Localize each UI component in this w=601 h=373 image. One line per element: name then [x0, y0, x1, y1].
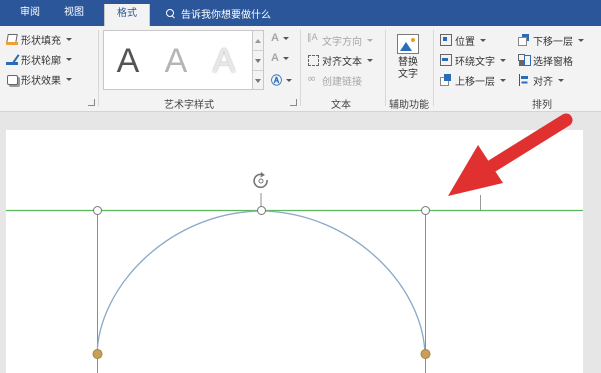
adjustment-handle-left[interactable]	[92, 349, 103, 359]
resize-handle-top-right[interactable]	[421, 206, 430, 215]
rotate-handle-icon[interactable]	[253, 172, 268, 189]
resize-handle-top-left[interactable]	[93, 206, 102, 215]
red-pointer-arrow-icon	[448, 113, 573, 196]
adjustment-handle-right[interactable]	[420, 349, 431, 359]
drawing-layer	[6, 113, 583, 373]
resize-handle-top-center[interactable]	[257, 206, 266, 215]
arc-shape[interactable]	[96, 210, 426, 358]
